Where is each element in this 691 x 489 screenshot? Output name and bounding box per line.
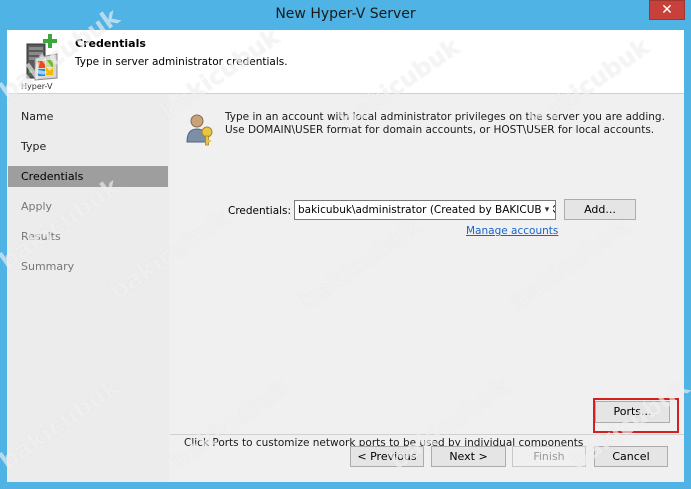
step-results: Results [21,230,61,243]
step-credentials[interactable]: Credentials [8,166,168,187]
wizard-header: Hyper-V Credentials Type in server admin… [7,30,684,94]
credentials-label: Credentials: [228,205,292,217]
step-type[interactable]: Type [8,136,168,157]
wizard-window: New Hyper-V Server ✕ Hyper-V Credentials… [0,0,691,489]
step-summary: Summary [21,260,75,273]
info-line-2: Use DOMAIN\USER format for domain accoun… [225,124,655,136]
finish-button: Finish [512,446,586,467]
info-text: Type in an account with local administra… [225,111,675,137]
step-name[interactable]: Name [8,106,168,127]
add-button[interactable]: Add... [564,199,636,220]
credentials-value: bakicubuk\administrator (Created by BAKI… [298,204,556,216]
footer-divider [170,434,684,435]
title-bar[interactable]: New Hyper-V Server ✕ [0,0,691,30]
chevron-down-icon[interactable]: ▾ [541,201,553,219]
close-button[interactable]: ✕ [649,0,685,20]
window-title: New Hyper-V Server [275,6,416,22]
step-apply: Apply [21,200,53,213]
wizard-client: Hyper-V Credentials Type in server admin… [7,30,684,482]
hyper-v-server-icon [26,34,58,81]
main-panel: Type in an account with local administra… [170,94,684,449]
page-subtitle: Type in server administrator credentials… [75,56,288,68]
hyper-v-label: Hyper-V [21,82,53,91]
credentials-select[interactable]: bakicubuk\administrator (Created by BAKI… [294,200,556,220]
previous-button[interactable]: < Previous [350,446,424,467]
info-line-1: Type in an account with local administra… [225,111,665,123]
wizard-steps: Name Type Credentials Apply Results Summ… [7,94,169,482]
user-key-icon [186,114,213,146]
cancel-button[interactable]: Cancel [594,446,668,467]
ports-highlight-box [593,398,679,433]
manage-accounts-link[interactable]: Manage accounts [466,225,558,237]
page-title: Credentials [75,37,146,50]
next-button[interactable]: Next > [431,446,506,467]
close-icon: ✕ [661,2,673,18]
